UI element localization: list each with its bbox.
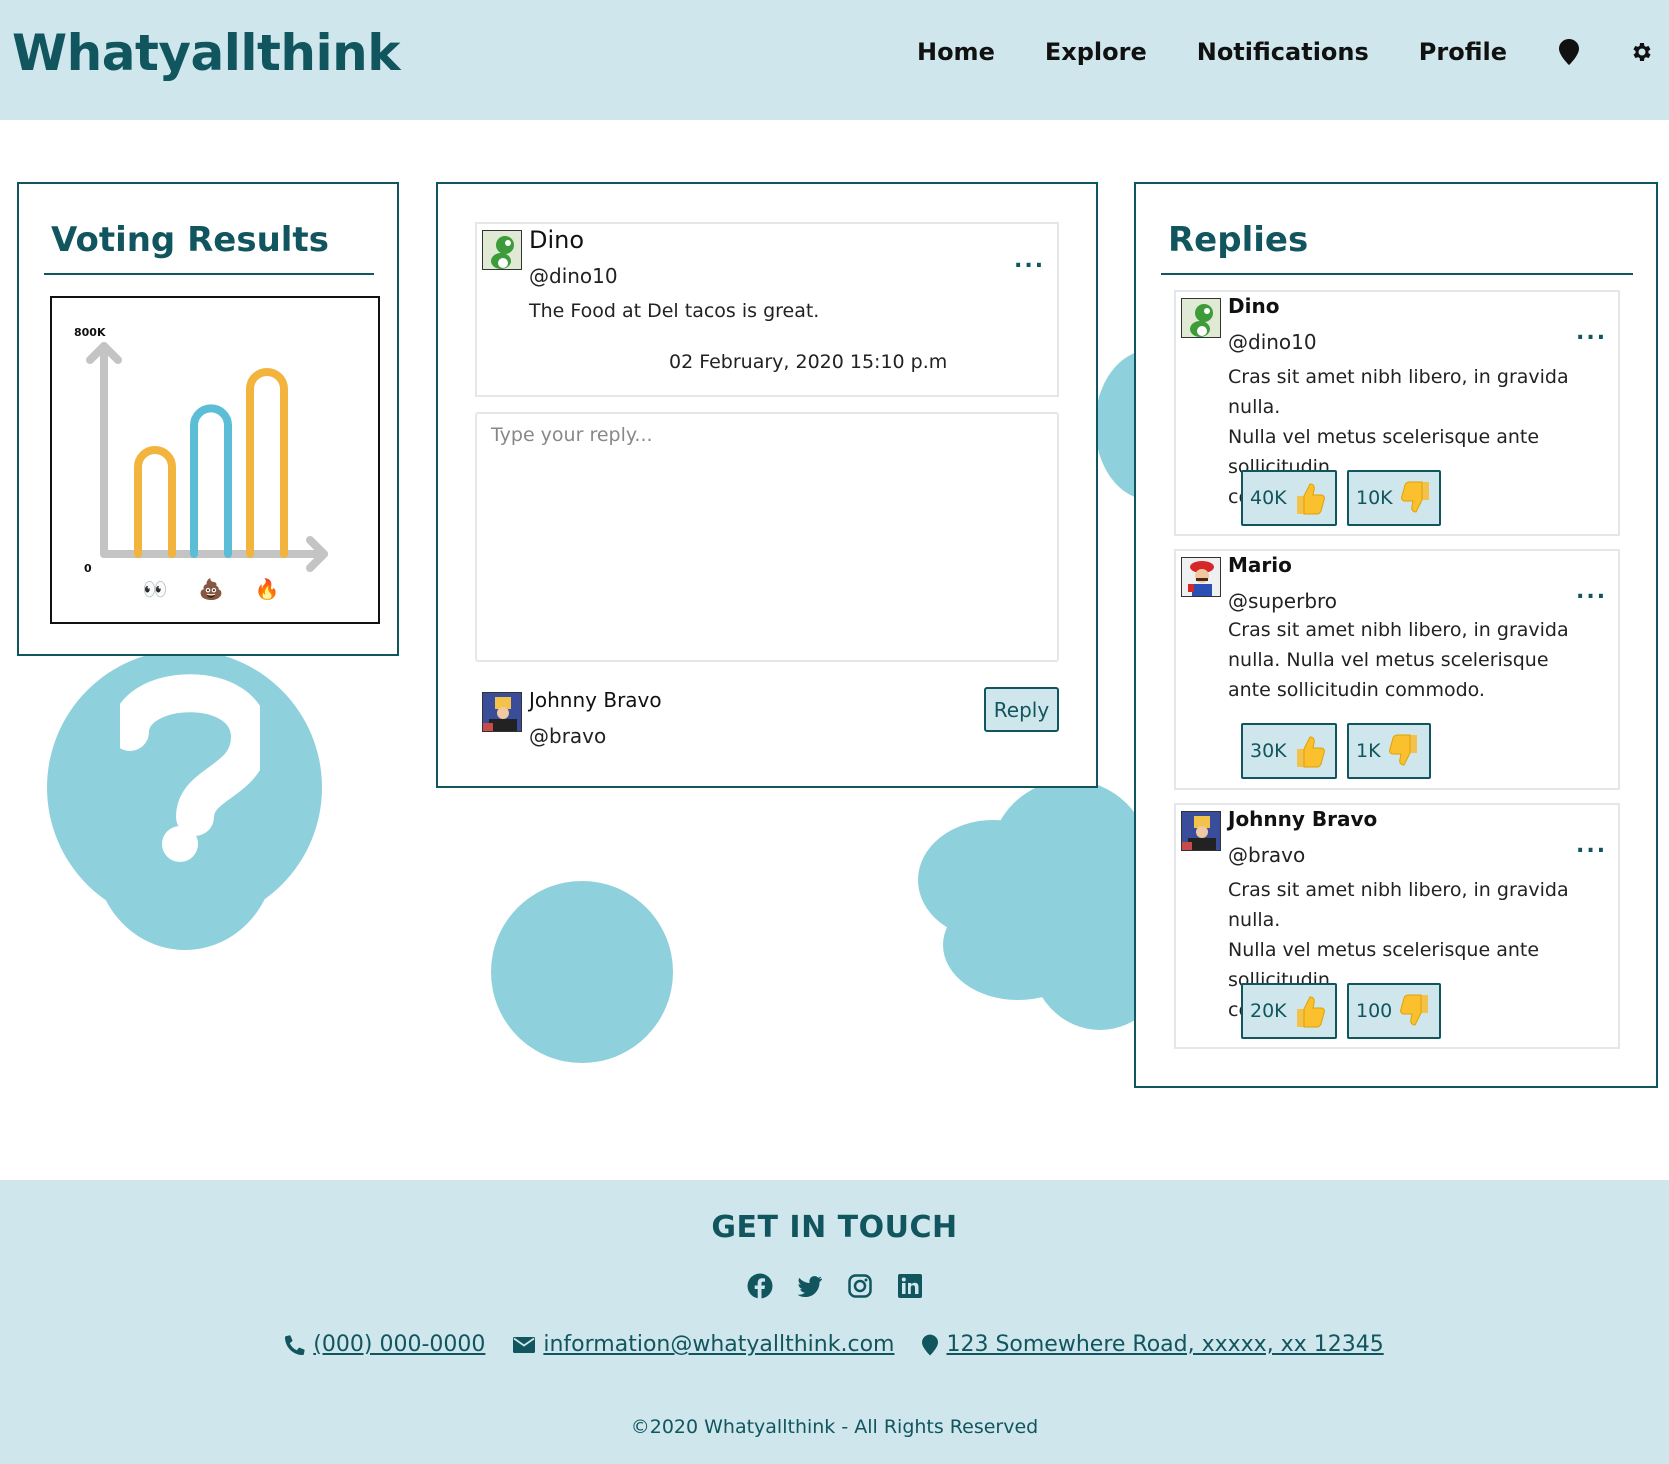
- reply-author[interactable]: Mario: [1228, 553, 1292, 577]
- post-text: The Food at Del tacos is great.: [529, 300, 820, 322]
- post-panel: Dino @dino10 ... The Food at Del tacos i…: [436, 182, 1098, 788]
- dislike-button[interactable]: 100: [1347, 983, 1441, 1039]
- post-timestamp: 02 February, 2020 15:10 p.m: [669, 351, 948, 373]
- reply-text: Cras sit amet nibh libero, in gravida nu…: [1228, 615, 1569, 705]
- instagram-icon[interactable]: [846, 1272, 874, 1300]
- avatar[interactable]: [482, 230, 522, 270]
- social-links: [746, 1272, 946, 1300]
- current-user-name[interactable]: Johnny Bravo: [529, 688, 662, 712]
- dislike-button[interactable]: 10K: [1347, 470, 1441, 526]
- map-marker-icon: [922, 1334, 939, 1355]
- avatar[interactable]: [1181, 811, 1221, 851]
- reply-button[interactable]: Reply: [984, 687, 1059, 732]
- like-button[interactable]: 20K: [1241, 983, 1337, 1039]
- more-options-icon[interactable]: ...: [1014, 248, 1045, 273]
- footer: GET IN TOUCH (000) 000-0000 information@…: [0, 1180, 1669, 1464]
- dislike-button[interactable]: 1K: [1347, 723, 1431, 779]
- avatar[interactable]: [1181, 298, 1221, 338]
- thumbs-down-icon: [1396, 991, 1434, 1031]
- nav-home[interactable]: Home: [917, 38, 995, 66]
- thumbs-up-icon: [1291, 991, 1329, 1031]
- avatar[interactable]: [482, 692, 522, 732]
- reply-card: Johnny Bravo @bravo ... Cras sit amet ni…: [1174, 803, 1620, 1049]
- replies-panel: Replies Dino @dino10 ... Cras sit amet n…: [1134, 182, 1658, 1088]
- like-button[interactable]: 40K: [1241, 470, 1337, 526]
- y-tick-label: 800K: [74, 326, 106, 339]
- reply-text-line: Cras sit amet nibh libero, in gravida nu…: [1228, 366, 1569, 418]
- twitter-icon[interactable]: [796, 1272, 824, 1300]
- post-card: Dino @dino10 ... The Food at Del tacos i…: [475, 222, 1059, 397]
- contact-info: (000) 000-0000 information@whatyallthink…: [0, 1332, 1669, 1357]
- like-count: 20K: [1250, 1000, 1287, 1022]
- divider: [1161, 273, 1633, 275]
- reply-text-line: Cras sit amet nibh libero, in gravida nu…: [1228, 879, 1569, 931]
- x-tick-icon: 👀: [143, 577, 168, 601]
- header: Whatyallthink Home Explore Notifications…: [0, 0, 1669, 120]
- email-link[interactable]: information@whatyallthink.com: [513, 1332, 894, 1357]
- question-mark-icon: [120, 674, 260, 862]
- dislike-count: 1K: [1356, 740, 1381, 762]
- reply-handle[interactable]: @bravo: [1228, 843, 1305, 867]
- post-handle[interactable]: @dino10: [529, 264, 618, 288]
- more-options-icon[interactable]: ...: [1576, 579, 1607, 604]
- like-button[interactable]: 30K: [1241, 723, 1337, 779]
- map-marker-icon[interactable]: [1557, 39, 1581, 65]
- post-author[interactable]: Dino: [529, 226, 584, 254]
- brand-logo[interactable]: Whatyallthink: [12, 24, 400, 82]
- reply-input[interactable]: [475, 412, 1059, 662]
- voting-results-panel: Voting Results 0 800K 👀 💩 🔥: [17, 182, 399, 656]
- main-nav: Home Explore Notifications Profile: [917, 30, 1669, 74]
- decor-circle: [491, 881, 673, 1063]
- chart-bar: [246, 368, 288, 558]
- reply-text-line: nulla. Nulla vel metus scelerisque: [1228, 649, 1549, 671]
- thumbs-up-icon: [1291, 478, 1329, 518]
- linkedin-icon[interactable]: [896, 1272, 924, 1300]
- reply-handle[interactable]: @superbro: [1228, 589, 1337, 613]
- voting-chart-svg: 0 800K 👀 💩 🔥: [74, 326, 328, 601]
- like-count: 30K: [1250, 740, 1287, 762]
- voting-results-title: Voting Results: [51, 220, 329, 260]
- reply-text-line: ante sollicitudin commodo.: [1228, 679, 1485, 701]
- y-tick-label: 0: [84, 562, 92, 575]
- x-tick-icon: 🔥: [255, 577, 280, 601]
- thumbs-down-icon: [1397, 478, 1435, 518]
- phone-number[interactable]: (000) 000-0000: [313, 1332, 485, 1357]
- gear-icon[interactable]: [1629, 40, 1653, 64]
- reply-card: Mario @superbro ... Cras sit amet nibh l…: [1174, 549, 1620, 790]
- reply-card: Dino @dino10 ... Cras sit amet nibh libe…: [1174, 290, 1620, 536]
- x-tick-icon: 💩: [199, 577, 224, 601]
- reply-text-line: Cras sit amet nibh libero, in gravida: [1228, 619, 1569, 641]
- more-options-icon[interactable]: ...: [1576, 833, 1607, 858]
- like-count: 40K: [1250, 487, 1287, 509]
- dislike-count: 10K: [1356, 487, 1393, 509]
- facebook-icon[interactable]: [746, 1272, 774, 1300]
- chart-bar: [134, 446, 176, 558]
- thumbs-down-icon: [1385, 731, 1423, 771]
- phone-link[interactable]: (000) 000-0000: [285, 1332, 485, 1357]
- nav-notifications[interactable]: Notifications: [1197, 38, 1369, 66]
- thumbs-up-icon: [1291, 731, 1329, 771]
- current-user-handle[interactable]: @bravo: [529, 724, 606, 748]
- dislike-count: 100: [1356, 1000, 1393, 1022]
- nav-profile[interactable]: Profile: [1419, 38, 1507, 66]
- footer-title: GET IN TOUCH: [711, 1210, 958, 1245]
- avatar[interactable]: [1181, 557, 1221, 597]
- address-link[interactable]: 123 Somewhere Road, xxxxx, xx 12345: [922, 1332, 1384, 1357]
- street-address[interactable]: 123 Somewhere Road, xxxxx, xx 12345: [946, 1332, 1383, 1357]
- more-options-icon[interactable]: ...: [1576, 320, 1607, 345]
- nav-explore[interactable]: Explore: [1045, 38, 1147, 66]
- email-address[interactable]: information@whatyallthink.com: [543, 1332, 894, 1357]
- reply-author[interactable]: Johnny Bravo: [1228, 807, 1377, 831]
- reply-handle[interactable]: @dino10: [1228, 330, 1317, 354]
- divider: [44, 273, 374, 275]
- voting-chart: 0 800K 👀 💩 🔥: [50, 296, 380, 624]
- copyright: ©2020 Whatyallthink - All Rights Reserve…: [630, 1416, 1039, 1438]
- envelope-icon: [513, 1336, 536, 1353]
- chart-bar: [190, 404, 232, 558]
- phone-icon: [285, 1334, 305, 1355]
- replies-title: Replies: [1168, 220, 1309, 260]
- reply-author[interactable]: Dino: [1228, 294, 1279, 318]
